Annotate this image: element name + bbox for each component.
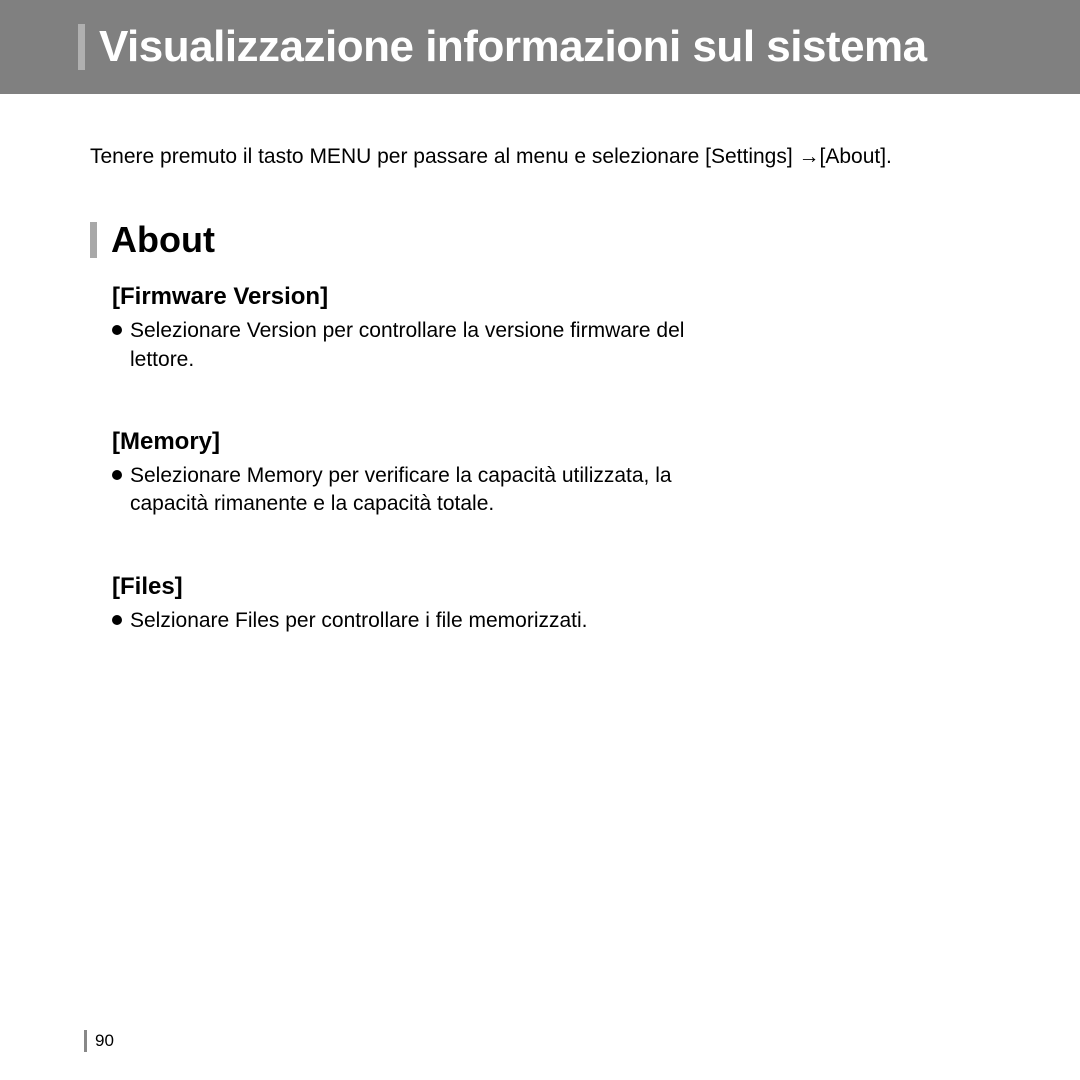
memory-label: [Memory]: [112, 428, 990, 456]
firmware-label: [Firmware Version]: [112, 283, 990, 311]
files-label: [Files]: [112, 573, 990, 601]
firmware-bullet-text: Selezionare Version per controllare la v…: [130, 317, 750, 374]
intro-text: Tenere premuto il tasto MENU per passare…: [90, 142, 990, 171]
page-number: 90: [95, 1031, 114, 1051]
header-title-row: Visualizzazione informazioni sul sistema: [0, 22, 1080, 72]
page-footer: 90: [84, 1030, 114, 1052]
content-area: Tenere premuto il tasto MENU per passare…: [0, 94, 1080, 635]
header-rule-icon: [78, 24, 85, 70]
bullet-icon: [112, 470, 122, 480]
files-bullet-line: Selzionare Files per controllare i file …: [112, 607, 990, 635]
section-heading: About: [90, 219, 990, 261]
bullet-icon: [112, 325, 122, 335]
page-title: Visualizzazione informazioni sul sistema: [99, 22, 927, 72]
firmware-bullet-line: Selezionare Version per controllare la v…: [112, 317, 990, 374]
memory-bullet-line: Selezionare Memory per verificare la cap…: [112, 462, 990, 519]
header-bar: Visualizzazione informazioni sul sistema: [0, 0, 1080, 94]
subsection-files: [Files] Selzionare Files per controllare…: [112, 573, 990, 635]
footer-rule-icon: [84, 1030, 87, 1052]
subsection-firmware: [Firmware Version] Selezionare Version p…: [112, 283, 990, 374]
files-bullet-text: Selzionare Files per controllare i file …: [130, 607, 588, 635]
bullet-icon: [112, 615, 122, 625]
section-title: About: [111, 219, 215, 261]
section-rule-icon: [90, 222, 97, 258]
subsection-memory: [Memory] Selezionare Memory per verifica…: [112, 428, 990, 519]
memory-bullet-text: Selezionare Memory per verificare la cap…: [130, 462, 750, 519]
